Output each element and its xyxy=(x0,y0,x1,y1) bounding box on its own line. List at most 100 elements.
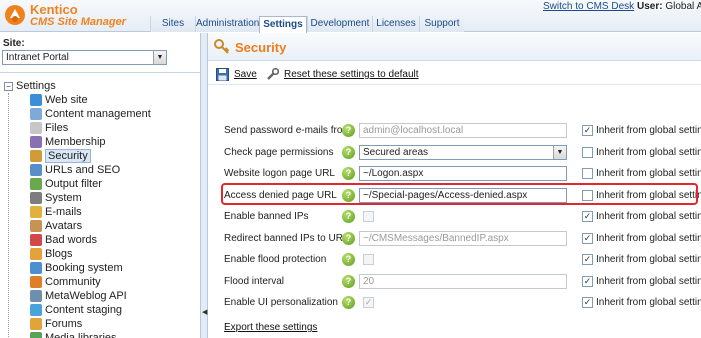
sidebar-item-membership[interactable]: Membership xyxy=(30,135,106,149)
tab-development[interactable]: Development xyxy=(307,16,372,32)
setting-label: Send password e-mails from xyxy=(224,125,351,136)
chevron-down-icon[interactable]: ▼ xyxy=(553,145,566,159)
user-name: Global Ad xyxy=(665,1,701,12)
enable-banned-ips-checkbox xyxy=(363,211,374,222)
help-icon[interactable]: ? xyxy=(342,210,355,223)
sidebar-item-urls-and-seo[interactable]: URLs and SEO xyxy=(30,163,120,177)
sidebar-item-metaweblog-api[interactable]: MetaWeblog API xyxy=(30,289,127,303)
website-logon-page-url-input[interactable]: ~/Logon.aspx xyxy=(359,166,567,181)
tab-sites[interactable]: Sites xyxy=(150,16,195,32)
sidebar-item-label: Media libraries xyxy=(45,332,117,338)
setting-label: Enable banned IPs xyxy=(224,211,309,222)
sidebar-item-label: Output filter xyxy=(45,178,102,190)
tab-support[interactable]: Support xyxy=(419,16,464,32)
inherit-checkbox[interactable] xyxy=(582,168,593,179)
inherit-checkbox[interactable]: ✓ xyxy=(582,297,593,308)
sidebar-item-e-mails[interactable]: E-mails xyxy=(30,205,82,219)
avatar-icon xyxy=(30,220,42,232)
setting-row-redirect-banned-ips-to-url: Redirect banned IPs to URL? ~/CMSMessages… xyxy=(208,229,701,249)
kentico-logo[interactable]: Kentico CMS Site Manager xyxy=(4,2,154,30)
membership-icon xyxy=(30,136,42,148)
check-page-permissions-select[interactable]: Secured areas ▼ xyxy=(359,144,567,160)
inherit-label: Inherit from global settings xyxy=(596,146,701,158)
export-settings-link[interactable]: Export these settings xyxy=(224,322,317,333)
sidebar-item-blogs[interactable]: Blogs xyxy=(30,247,73,261)
inherit-label: Inherit from global settings xyxy=(596,211,701,222)
collapse-left-icon[interactable]: ◀ xyxy=(202,308,207,316)
setting-label: Redirect banned IPs to URL xyxy=(224,232,349,244)
blog-icon xyxy=(30,248,42,260)
inherit-checkbox[interactable] xyxy=(582,146,593,158)
sidebar-item-label: Avatars xyxy=(45,220,83,232)
url-icon xyxy=(30,164,42,176)
security-key-icon xyxy=(214,39,230,54)
help-icon[interactable]: ? xyxy=(342,296,355,309)
help-icon[interactable]: ? xyxy=(342,167,355,180)
settings-tree: − Settings Web site Content management Fil… xyxy=(0,72,200,338)
user-info: User: Global Ad xyxy=(637,1,701,12)
logo-subtitle: CMS Site Manager xyxy=(30,16,126,28)
switch-to-cms-desk-link[interactable]: Switch to CMS Desk xyxy=(543,1,634,12)
sidebar-item-label: Security xyxy=(45,149,91,163)
site-label: Site: xyxy=(3,38,25,49)
save-icon xyxy=(216,68,229,81)
sidebar-item-content-management[interactable]: Content management xyxy=(30,107,151,121)
setting-row-enable-banned-ips: Enable banned IPs? ✓ Inherit from global s… xyxy=(208,207,701,227)
sidebar-item-label: MetaWeblog API xyxy=(45,290,127,302)
sidebar-item-system[interactable]: System xyxy=(30,191,82,205)
reset-to-default-button[interactable]: Reset these settings to default xyxy=(266,68,419,81)
sidebar-item-bad-words[interactable]: Bad words xyxy=(30,233,97,247)
sidebar-item-files[interactable]: Files xyxy=(30,121,68,135)
kentico-logo-icon xyxy=(5,5,25,25)
api-icon xyxy=(30,290,42,302)
page-title-bar: Security xyxy=(208,33,701,61)
sidebar-item-web-site[interactable]: Web site xyxy=(30,93,88,107)
tab-licenses[interactable]: Licenses xyxy=(372,16,419,32)
setting-label: Enable flood protection xyxy=(224,254,327,265)
sidebar-item-label: Blogs xyxy=(45,248,73,260)
help-icon[interactable]: ? xyxy=(342,253,355,266)
site-select[interactable]: Intranet Portal ▼ xyxy=(2,50,167,65)
help-icon[interactable]: ? xyxy=(342,274,355,288)
filter-icon xyxy=(30,178,42,190)
help-icon[interactable]: ? xyxy=(342,145,355,159)
inherit-checkbox[interactable]: ✓ xyxy=(582,211,593,222)
tree-root-settings[interactable]: − Settings xyxy=(4,79,56,93)
redirect-banned-ips-to-url-input: ~/CMSMessages/BannedIP.aspx xyxy=(359,230,567,246)
system-icon xyxy=(30,192,42,204)
inherit-label: Inherit from global settings xyxy=(596,275,701,287)
panel-splitter[interactable]: ◀ xyxy=(200,33,208,338)
sidebar-item-output-filter[interactable]: Output filter xyxy=(30,177,102,191)
tab-settings[interactable]: Settings xyxy=(259,16,307,33)
save-label: Save xyxy=(234,69,257,80)
sidebar-item-avatars[interactable]: Avatars xyxy=(30,219,82,233)
sidebar-item-forums[interactable]: Forums xyxy=(30,317,82,331)
enable-ui-personalization-checkbox: ✓ xyxy=(363,297,374,308)
logo-title: Kentico xyxy=(30,2,78,17)
collapse-icon[interactable]: − xyxy=(4,81,13,91)
user-label: User: xyxy=(637,1,663,12)
globe-icon xyxy=(30,94,42,106)
forum-icon xyxy=(30,318,42,330)
inherit-checkbox[interactable]: ✓ xyxy=(582,232,593,244)
sidebar-item-community[interactable]: Community xyxy=(30,275,101,289)
save-button[interactable]: Save xyxy=(216,68,257,81)
inherit-checkbox[interactable]: ✓ xyxy=(582,125,593,136)
sidebar-item-content-staging[interactable]: Content staging xyxy=(30,303,122,317)
inherit-checkbox[interactable]: ✓ xyxy=(582,275,593,287)
inherit-checkbox[interactable]: ✓ xyxy=(582,254,593,265)
main-tabs: Sites Administration Settings Developmen… xyxy=(150,16,464,33)
sidebar-item-security[interactable]: Security xyxy=(30,149,91,163)
tab-administration[interactable]: Administration xyxy=(195,16,259,32)
sidebar-item-booking-system[interactable]: Booking system xyxy=(30,261,123,275)
enable-flood-protection-checkbox xyxy=(363,254,374,265)
settings-sidebar: Site: Intranet Portal ▼ − Settings Web s… xyxy=(0,33,200,338)
help-icon[interactable]: ? xyxy=(342,124,355,137)
access-denied-highlight-box xyxy=(221,183,698,205)
sidebar-item-label: Web site xyxy=(45,94,88,106)
send-password-e-mails-from-input: admin@localhost.local xyxy=(359,123,567,138)
help-icon[interactable]: ? xyxy=(342,231,355,245)
sidebar-item-media-libraries[interactable]: Media libraries xyxy=(30,331,117,338)
chevron-down-icon[interactable]: ▼ xyxy=(153,51,166,64)
tree-root-label: Settings xyxy=(16,80,56,92)
